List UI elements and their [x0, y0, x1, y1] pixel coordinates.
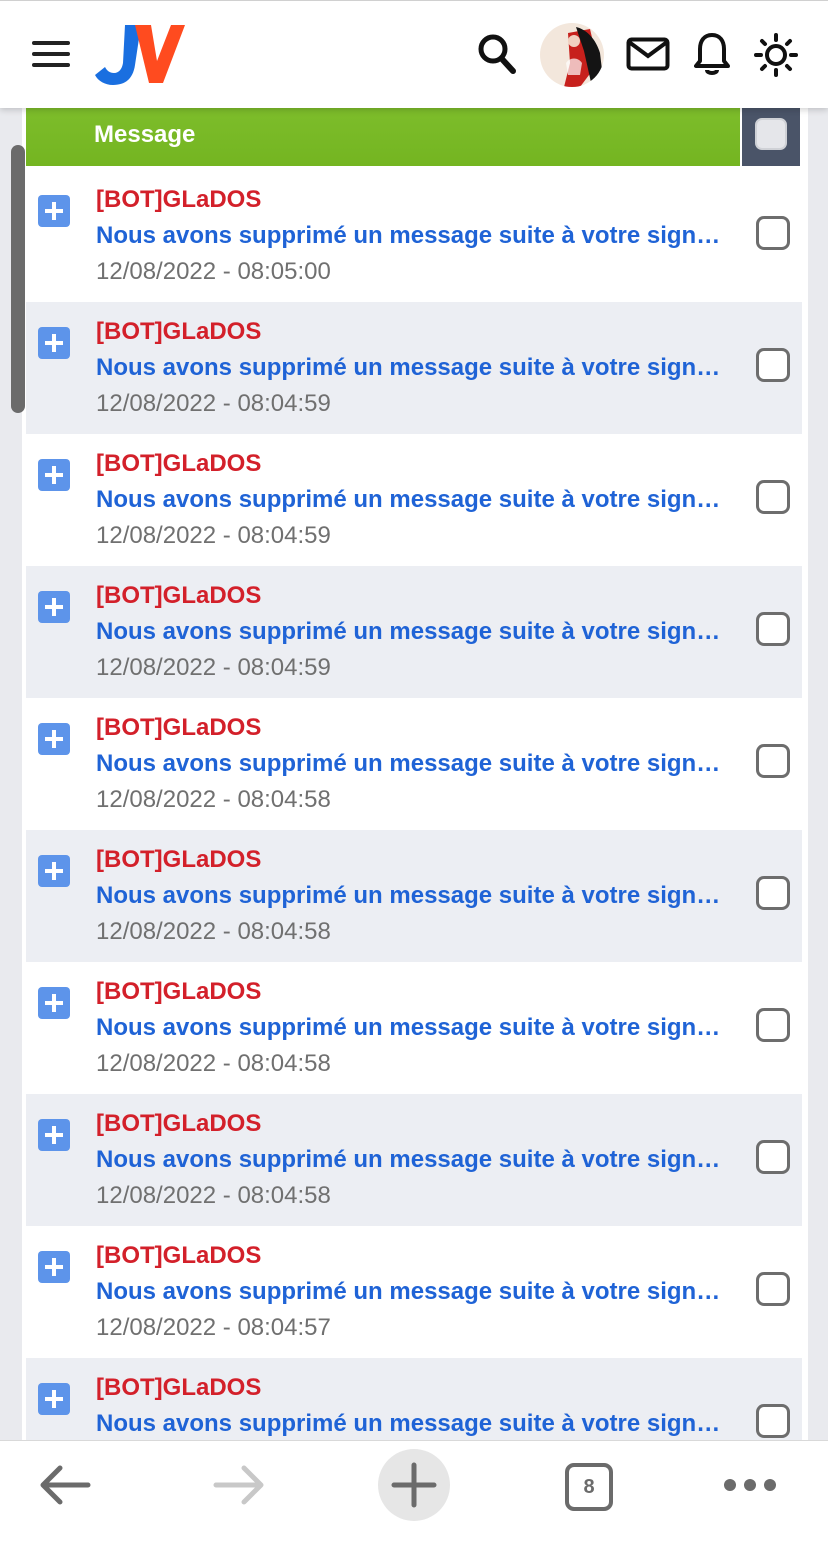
message-subject-link[interactable]: Nous avons supprimé un message suite à v… [96, 1146, 728, 1174]
list-item: [BOT]GLaDOS Nous avons supprimé un messa… [26, 1358, 802, 1440]
expand-plus-icon[interactable] [38, 459, 70, 491]
message-subject-link[interactable]: Nous avons supprimé un message suite à v… [96, 1014, 728, 1042]
message-subject-link[interactable]: Nous avons supprimé un message suite à v… [96, 486, 728, 514]
message-date: 12/08/2022 - 08:04:58 [96, 1182, 331, 1209]
expand-plus-icon[interactable] [38, 987, 70, 1019]
message-date: 12/08/2022 - 08:04:58 [96, 1050, 331, 1077]
message-checkbox[interactable] [756, 1140, 790, 1174]
more-options-icon[interactable] [722, 1477, 778, 1493]
message-checkbox[interactable] [756, 480, 790, 514]
expand-plus-icon[interactable] [38, 723, 70, 755]
select-all-cell [742, 108, 800, 166]
back-arrow-icon[interactable] [38, 1463, 92, 1507]
tab-count-button[interactable]: 8 [565, 1463, 613, 1511]
expand-plus-icon[interactable] [38, 1119, 70, 1151]
message-subject-link[interactable]: Nous avons supprimé un message suite à v… [96, 354, 728, 382]
message-date: 12/08/2022 - 08:04:59 [96, 522, 331, 549]
expand-plus-icon[interactable] [38, 195, 70, 227]
message-checkbox[interactable] [756, 348, 790, 382]
browser-toolbar: 8 [0, 1440, 828, 1554]
search-icon[interactable] [476, 31, 516, 75]
message-list-panel: Message [BOT]GLaDOS Nous avons supprimé … [22, 108, 808, 1440]
message-subject-link[interactable]: Nous avons supprimé un message suite à v… [96, 1278, 728, 1306]
expand-plus-icon[interactable] [38, 327, 70, 359]
plus-icon [391, 1462, 437, 1508]
list-item: [BOT]GLaDOS Nous avons supprimé un messa… [26, 434, 802, 566]
sun-icon[interactable] [754, 33, 798, 77]
expand-plus-icon[interactable] [38, 1383, 70, 1415]
bell-icon[interactable] [694, 31, 730, 77]
message-author[interactable]: [BOT]GLaDOS [96, 846, 261, 874]
mail-icon[interactable] [626, 37, 670, 71]
scrollbar[interactable] [11, 145, 25, 413]
message-subject-link[interactable]: Nous avons supprimé un message suite à v… [96, 882, 728, 910]
message-date: 12/08/2022 - 08:04:59 [96, 654, 331, 681]
message-author[interactable]: [BOT]GLaDOS [96, 978, 261, 1006]
expand-plus-icon[interactable] [38, 1251, 70, 1283]
message-date: 12/08/2022 - 08:04:59 [96, 390, 331, 417]
message-author[interactable]: [BOT]GLaDOS [96, 1242, 261, 1270]
message-subject-link[interactable]: Nous avons supprimé un message suite à v… [96, 222, 728, 250]
message-author[interactable]: [BOT]GLaDOS [96, 318, 261, 346]
jv-logo[interactable] [95, 23, 185, 87]
list-item: [BOT]GLaDOS Nous avons supprimé un messa… [26, 962, 802, 1094]
message-date: 12/08/2022 - 08:04:58 [96, 786, 331, 813]
expand-plus-icon[interactable] [38, 591, 70, 623]
expand-plus-icon[interactable] [38, 855, 70, 887]
list-item: [BOT]GLaDOS Nous avons supprimé un messa… [26, 698, 802, 830]
list-item: [BOT]GLaDOS Nous avons supprimé un messa… [26, 566, 802, 698]
message-checkbox[interactable] [756, 876, 790, 910]
message-date: 12/08/2022 - 08:05:00 [96, 258, 331, 285]
list-item: [BOT]GLaDOS Nous avons supprimé un messa… [26, 1226, 802, 1358]
top-header [0, 0, 828, 108]
menu-icon[interactable] [32, 41, 70, 69]
forward-arrow-icon[interactable] [212, 1463, 266, 1507]
message-subject-link[interactable]: Nous avons supprimé un message suite à v… [96, 750, 728, 778]
table-header: Message [26, 108, 804, 166]
select-all-checkbox[interactable] [755, 118, 787, 150]
message-checkbox[interactable] [756, 1272, 790, 1306]
message-checkbox[interactable] [756, 612, 790, 646]
list-item: [BOT]GLaDOS Nous avons supprimé un messa… [26, 170, 802, 302]
message-date: 12/08/2022 - 08:04:57 [96, 1314, 331, 1341]
message-author[interactable]: [BOT]GLaDOS [96, 714, 261, 742]
message-checkbox[interactable] [756, 744, 790, 778]
message-subject-link[interactable]: Nous avons supprimé un message suite à v… [96, 1410, 728, 1438]
message-author[interactable]: [BOT]GLaDOS [96, 186, 261, 214]
list-item: [BOT]GLaDOS Nous avons supprimé un messa… [26, 1094, 802, 1226]
message-checkbox[interactable] [756, 216, 790, 250]
column-header-message: Message [26, 108, 740, 166]
message-author[interactable]: [BOT]GLaDOS [96, 1374, 261, 1402]
message-rows: [BOT]GLaDOS Nous avons supprimé un messa… [26, 170, 802, 1440]
message-author[interactable]: [BOT]GLaDOS [96, 1110, 261, 1138]
message-checkbox[interactable] [756, 1008, 790, 1042]
list-item: [BOT]GLaDOS Nous avons supprimé un messa… [26, 830, 802, 962]
message-author[interactable]: [BOT]GLaDOS [96, 582, 261, 610]
message-checkbox[interactable] [756, 1404, 790, 1438]
message-subject-link[interactable]: Nous avons supprimé un message suite à v… [96, 618, 728, 646]
list-item: [BOT]GLaDOS Nous avons supprimé un messa… [26, 302, 802, 434]
new-tab-button[interactable] [378, 1449, 450, 1521]
message-author[interactable]: [BOT]GLaDOS [96, 450, 261, 478]
avatar[interactable] [540, 23, 604, 87]
message-date: 12/08/2022 - 08:04:58 [96, 918, 331, 945]
